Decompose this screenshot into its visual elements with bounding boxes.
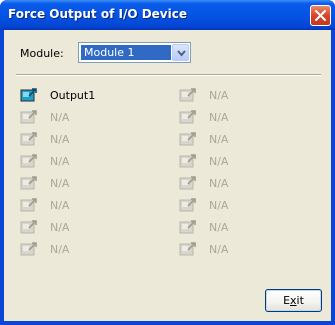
output-item: N/A: [20, 153, 160, 171]
output-label: N/A: [50, 177, 70, 190]
output-label: N/A: [50, 155, 70, 168]
output-item: N/A: [179, 175, 319, 193]
force-output-icon: [179, 131, 197, 147]
output-item: N/A: [179, 153, 319, 171]
output-label: N/A: [209, 155, 229, 168]
exit-label: Exit: [283, 294, 304, 307]
force-output-icon: [179, 109, 197, 125]
output-item: N/A: [179, 219, 319, 237]
force-output-icon: [20, 153, 38, 169]
output-item: N/A: [20, 197, 160, 215]
force-output-icon: [179, 197, 197, 213]
close-icon: [315, 10, 326, 21]
output-label: N/A: [50, 199, 70, 212]
force-output-icon[interactable]: [20, 87, 38, 103]
window-title: Force Output of I/O Device: [8, 7, 187, 21]
force-output-icon: [20, 109, 38, 125]
force-output-icon: [20, 241, 38, 257]
output-item: N/A: [20, 175, 160, 193]
dialog-window: Force Output of I/O Device Module: Modul…: [0, 0, 335, 325]
force-output-icon: [20, 131, 38, 147]
force-output-icon: [20, 197, 38, 213]
output-label: Output1: [50, 89, 96, 102]
output-item: N/A: [179, 87, 319, 105]
force-output-icon: [20, 219, 38, 235]
output-item: N/A: [179, 197, 319, 215]
output-label: N/A: [50, 111, 70, 124]
force-output-icon: [20, 175, 38, 191]
output-item: N/A: [20, 219, 160, 237]
output-label: N/A: [209, 243, 229, 256]
output-label: N/A: [50, 243, 70, 256]
force-output-icon: [179, 87, 197, 103]
output-label: N/A: [50, 133, 70, 146]
output-label: N/A: [209, 177, 229, 190]
dialog-body: Module: Module 1 Output1 N/A N/A N/A N/A N/A N…: [4, 30, 331, 321]
output-label: N/A: [209, 221, 229, 234]
exit-button[interactable]: Exit: [265, 289, 322, 312]
close-button[interactable]: [310, 5, 331, 26]
force-output-icon: [179, 175, 197, 191]
force-output-icon: [179, 219, 197, 235]
output-item: N/A: [20, 131, 160, 149]
output-item: N/A: [179, 241, 319, 259]
output-label: N/A: [209, 111, 229, 124]
output-label: N/A: [209, 89, 229, 102]
title-bar[interactable]: Force Output of I/O Device: [0, 0, 335, 30]
output-item[interactable]: Output1: [20, 87, 160, 105]
force-output-icon: [179, 153, 197, 169]
output-item: N/A: [20, 109, 160, 127]
output-label: N/A: [209, 199, 229, 212]
output-label: N/A: [209, 133, 229, 146]
output-item: N/A: [179, 131, 319, 149]
output-item: N/A: [179, 109, 319, 127]
force-output-icon: [179, 241, 197, 257]
output-label: N/A: [50, 221, 70, 234]
output-item: N/A: [20, 241, 160, 259]
output-grid: Output1 N/A N/A N/A N/A N/A N/A N/A N/A N/A N/A N/A…: [4, 30, 331, 321]
